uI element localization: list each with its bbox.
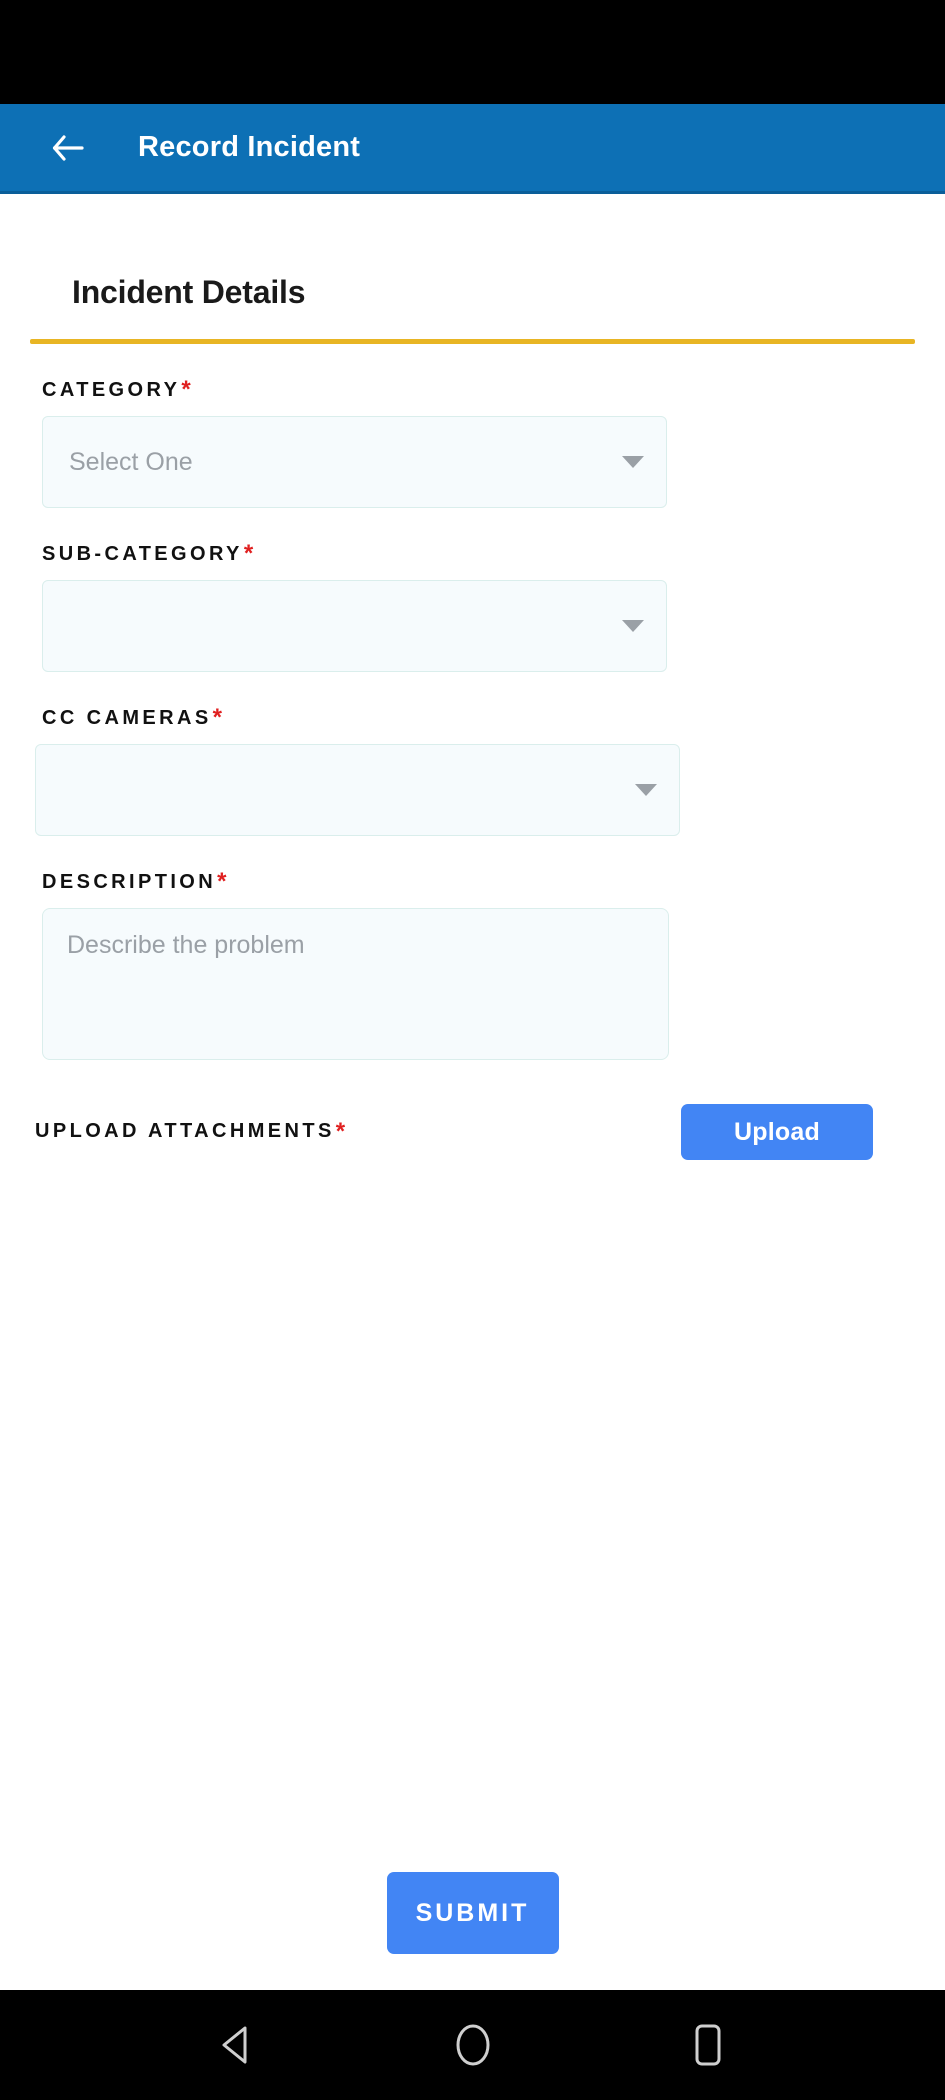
square-recents-icon: [688, 2021, 728, 2069]
category-label: CATEGORY *: [42, 378, 909, 402]
nav-recents-button[interactable]: [668, 2005, 748, 2085]
description-input[interactable]: Describe the problem: [42, 908, 669, 1060]
incident-form: CATEGORY * Select One SUB-CATEGORY * CC CA…: [0, 378, 945, 1160]
nav-home-button[interactable]: [433, 2005, 513, 2085]
required-asterisk: *: [217, 868, 227, 895]
form-content: Incident Details CATEGORY * Select One SU…: [0, 194, 945, 1990]
circle-home-icon: [451, 2021, 495, 2069]
submit-button[interactable]: SUBMIT: [386, 1872, 559, 1954]
upload-attachments-label: UPLOAD ATTACHMENTS *: [35, 1120, 345, 1144]
upload-attachments-row: UPLOAD ATTACHMENTS * Upload: [35, 1104, 909, 1160]
sub-category-label-text: SUB-CATEGORY: [42, 543, 243, 565]
nav-back-button[interactable]: [198, 2005, 278, 2085]
cc-cameras-label: CC CAMERAS *: [42, 706, 909, 730]
chevron-down-icon: [622, 620, 644, 632]
category-select[interactable]: Select One: [42, 416, 667, 508]
category-placeholder: Select One: [69, 447, 193, 476]
android-nav-bar: [0, 1990, 945, 2100]
submit-area: SUBMIT: [0, 1872, 945, 1954]
sub-category-label: SUB-CATEGORY *: [42, 542, 909, 566]
required-asterisk: *: [212, 704, 222, 731]
section-divider: [30, 339, 915, 344]
chevron-down-icon: [635, 784, 657, 796]
chevron-down-icon: [622, 456, 644, 468]
back-button[interactable]: [48, 128, 88, 168]
page-title: Record Incident: [138, 131, 361, 163]
cc-cameras-select[interactable]: [35, 744, 680, 836]
required-asterisk: *: [243, 540, 254, 567]
description-placeholder: Describe the problem: [67, 931, 305, 959]
status-bar: [0, 0, 945, 104]
phone-screen: Record Incident Incident Details CATEGOR…: [0, 0, 945, 2100]
required-asterisk: *: [181, 376, 191, 403]
upload-button[interactable]: Upload: [681, 1104, 873, 1160]
upload-attachments-label-text: UPLOAD ATTACHMENTS: [35, 1120, 335, 1142]
triangle-back-icon: [217, 2023, 259, 2067]
section-title: Incident Details: [72, 274, 306, 310]
sub-category-select[interactable]: [42, 580, 667, 672]
description-label-text: DESCRIPTION: [42, 871, 217, 893]
cc-cameras-label-text: CC CAMERAS: [42, 707, 212, 729]
category-label-text: CATEGORY: [42, 379, 181, 401]
app-bar: Record Incident: [0, 104, 945, 194]
description-label: DESCRIPTION *: [42, 870, 909, 894]
required-asterisk: *: [335, 1118, 346, 1145]
